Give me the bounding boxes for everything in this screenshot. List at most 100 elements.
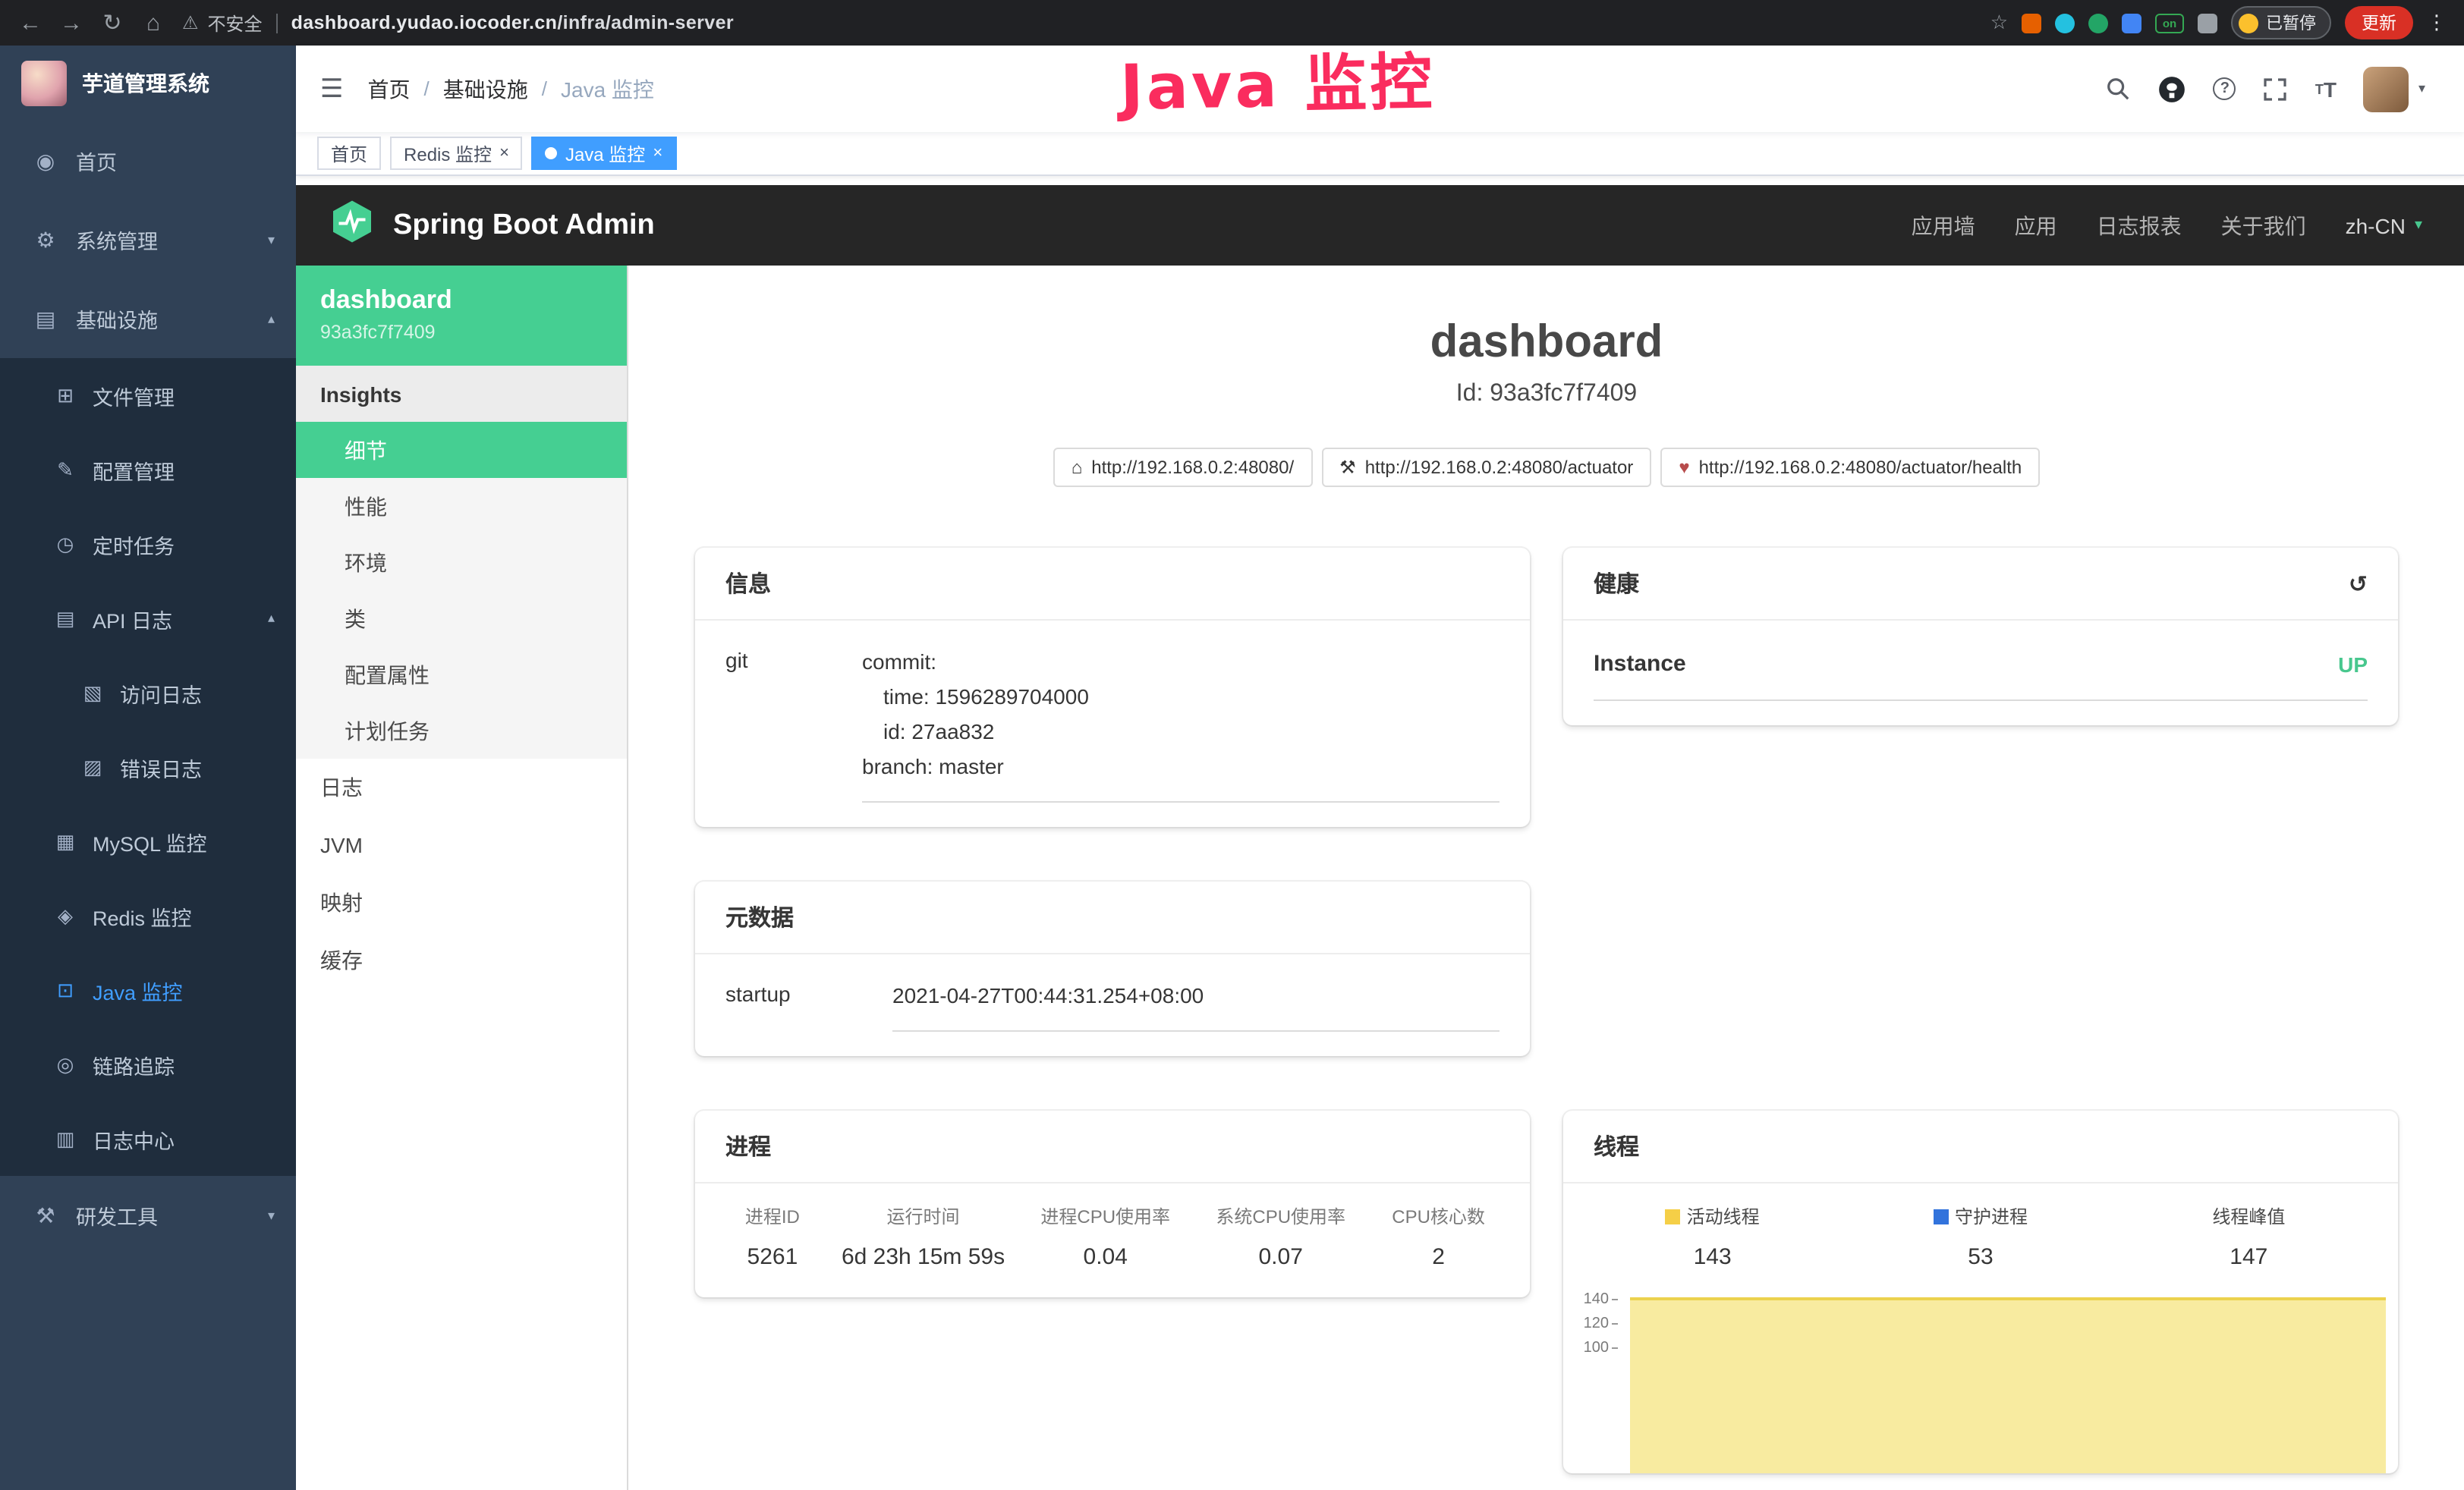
hamburger-icon[interactable]: ☰ [320,74,344,104]
breadcrumb-infra[interactable]: 基础设施 [443,74,528,104]
history-icon[interactable]: ↺ [2349,570,2368,597]
help-icon[interactable]: ? [2214,77,2236,100]
sba-nav-wallboard[interactable]: 应用墙 [1912,210,1975,240]
sidebar-item-mysql-monitor[interactable]: ▦ MySQL 监控 [0,804,296,879]
sidebar-item-label: 文件管理 [93,380,175,410]
stat-cpu-cores: CPU核心数 2 [1368,1203,1509,1270]
sidebar-item-api-logs[interactable]: ▤ API 日志 ▴ [0,581,296,655]
bookmark-star-icon[interactable]: ☆ [1990,11,2008,35]
database-icon: ▦ [52,829,79,853]
chevron-down-icon: ▾ [2415,217,2422,234]
sidebar-item-error-logs[interactable]: ▨ 错误日志 [0,730,296,804]
sidebar-item-file-manage[interactable]: ⊞ 文件管理 [0,358,296,432]
forward-icon[interactable]: → [59,10,83,36]
tag-redis-monitor[interactable]: Redis 监控 × [390,137,523,170]
sidebar-item-label: 访问日志 [120,677,202,708]
service-url-button[interactable]: ⌂ http://192.168.0.2:48080/ [1053,448,1312,487]
trace-icon: ◎ [52,1052,79,1077]
sba-item-classes[interactable]: 类 [296,590,627,646]
stat-pid: 进程ID 5261 [716,1203,829,1270]
extension-icon-1[interactable] [2022,13,2041,33]
home-icon[interactable]: ⌂ [141,10,165,36]
sidebar-item-cron-jobs[interactable]: ◷ 定时任务 [0,507,296,581]
clock-icon: ◷ [52,532,79,556]
monitor-icon: ⊡ [52,978,79,1002]
extension-icon-3[interactable] [2088,13,2108,33]
card-title: 进程 [695,1111,1530,1184]
sidebar-item-system[interactable]: ⚙ 系统管理 ▾ [0,200,296,279]
annotation-overlay: Java 监控 [1119,30,1436,127]
sba-nav-applications[interactable]: 应用 [2015,210,2057,240]
sba-item-logging[interactable]: 日志 [296,759,627,816]
chevron-down-icon: ▾ [268,231,275,248]
sba-item-environment[interactable]: 环境 [296,534,627,590]
sidebar-item-config-manage[interactable]: ✎ 配置管理 [0,432,296,507]
reload-icon[interactable]: ↻ [100,9,124,36]
card-title: 元数据 [695,882,1530,954]
chevron-down-icon: ▾ [2418,80,2425,97]
sba-main: dashboard Id: 93a3fc7f7409 ⌂ http://192.… [628,266,2464,1490]
close-icon[interactable]: × [653,144,662,162]
sba-item-mappings[interactable]: 映射 [296,874,627,932]
back-icon[interactable]: ← [18,10,42,36]
tools-icon: ⚒ [30,1202,61,1228]
card-title: 线程 [1563,1111,2398,1184]
sidebar-item-infra[interactable]: ▤ 基础设施 ▴ [0,279,296,358]
search-icon[interactable] [2106,76,2132,102]
tag-home[interactable]: 首页 [317,137,381,170]
sba-item-caches[interactable]: 缓存 [296,932,627,989]
extension-icon-4[interactable] [2122,13,2141,33]
sba-item-details[interactable]: 细节 [296,422,627,478]
sidebar-item-log-center[interactable]: ▥ 日志中心 [0,1102,296,1176]
sidebar-item-label: Redis 监控 [93,901,192,931]
health-url-button[interactable]: ♥ http://192.168.0.2:48080/actuator/heal… [1660,448,2040,487]
warning-icon: ⚠ [182,12,199,33]
browser-update-button[interactable]: 更新 [2345,6,2413,39]
sba-nav-journal[interactable]: 日志报表 [2097,210,2182,240]
extension-icon-2[interactable] [2055,13,2075,33]
sidebar-logo-row[interactable]: 芋道管理系统 [0,46,296,121]
app-title: 芋道管理系统 [82,68,209,99]
tag-java-monitor[interactable]: Java 监控 × [532,137,676,170]
extensions-puzzle-icon[interactable] [2198,13,2217,33]
sidebar-item-redis-monitor[interactable]: ◈ Redis 监控 [0,879,296,953]
file-icon: ⊞ [52,383,79,407]
sidebar-item-tracing[interactable]: ◎ 链路追踪 [0,1027,296,1102]
extension-on-icon[interactable]: on [2155,13,2184,33]
profile-paused-pill[interactable]: 已暂停 [2231,6,2331,39]
address-bar[interactable]: ⚠ 不安全 dashboard.yudao.iocoder.cn/infra/a… [182,10,734,36]
sidebar-item-home[interactable]: ◉ 首页 [0,121,296,200]
health-card: 健康 ↺ Instance UP [1563,548,2398,725]
locale-select[interactable]: zh-CN ▾ [2346,213,2422,237]
breadcrumb-home[interactable]: 首页 [368,74,411,104]
browser-menu-kebab-icon[interactable]: ⋮ [2427,11,2447,35]
sidebar-item-java-monitor[interactable]: ⊡ Java 监控 [0,953,296,1027]
actuator-url-button[interactable]: ⚒ http://192.168.0.2:48080/actuator [1321,448,1651,487]
app-logo [21,61,67,106]
sidebar-item-devtools[interactable]: ⚒ 研发工具 ▾ [0,1176,296,1255]
sba-item-configprops[interactable]: 配置属性 [296,646,627,703]
legend-peak-threads: 线程峰值 147 [2115,1203,2383,1270]
close-icon[interactable]: × [499,144,509,162]
link-label: http://192.168.0.2:48080/actuator [1365,457,1634,478]
sidebar-item-access-logs[interactable]: ▧ 访问日志 [0,655,296,730]
sba-item-metrics[interactable]: 性能 [296,478,627,534]
fullscreen-icon[interactable] [2264,77,2288,101]
github-icon[interactable] [2159,75,2186,102]
sidebar-item-label: 定时任务 [93,529,175,559]
redis-icon: ◈ [52,904,79,928]
sba-item-jvm[interactable]: JVM [296,816,627,874]
font-size-icon[interactable]: TT [2315,77,2337,101]
health-row: Instance UP [1594,651,2368,701]
sba-nav-about[interactable]: 关于我们 [2221,210,2306,240]
sba-item-scheduled-tasks[interactable]: 计划任务 [296,703,627,759]
server-icon: ▤ [30,306,61,332]
y-axis-tick: 100 [1572,1340,1618,1356]
legend-swatch-blue [1934,1209,1949,1224]
status-badge: UP [2338,652,2368,676]
profile-avatar-icon [2239,13,2258,33]
instance-header[interactable]: dashboard 93a3fc7f7409 [296,266,627,366]
screen: ← → ↻ ⌂ ⚠ 不安全 dashboard.yudao.iocoder.cn… [0,0,2464,1490]
user-menu[interactable]: ▾ [2364,66,2425,112]
gear-icon: ⚙ [30,227,61,253]
